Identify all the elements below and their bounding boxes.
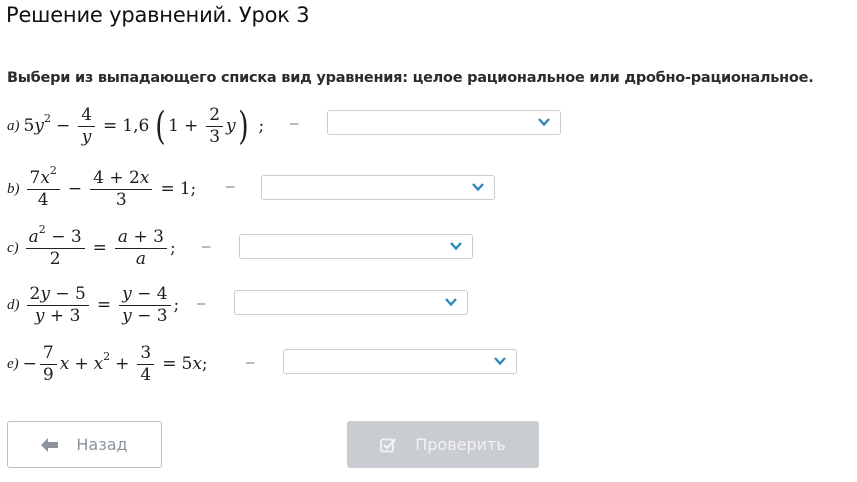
check-button-label: Проверить: [415, 435, 506, 454]
equation-d: d) 2y − 5y + 3 = y − 4y − 3 ;: [7, 283, 180, 326]
equation-c: c) a2 − 32 = a + 3a ;: [7, 222, 176, 269]
equation-e: e) − 79 x + x2 + 34 = 5x;: [7, 342, 208, 385]
chevron-down-icon: [538, 118, 550, 127]
equation-a-type-dropdown[interactable]: [327, 110, 561, 135]
equation-b-type-dropdown[interactable]: [261, 175, 495, 200]
equation-a: a) 5y2− 4y = 1,6 ( 1 + 23y ) ;: [7, 104, 265, 148]
check-button[interactable]: Проверить: [347, 421, 539, 468]
separator-dash: –: [290, 115, 299, 132]
chevron-down-icon: [445, 298, 457, 307]
separator-dash: –: [202, 238, 211, 255]
back-button[interactable]: Назад: [7, 421, 162, 468]
equation-b: b) 7x2 4 − 4 + 2x 3 = 1;: [7, 163, 197, 210]
equation-label: b): [7, 180, 20, 197]
chevron-down-icon: [494, 357, 506, 366]
back-button-label: Назад: [76, 435, 128, 454]
chevron-down-icon: [472, 183, 484, 192]
separator-dash: –: [246, 354, 255, 371]
chevron-down-icon: [450, 242, 462, 251]
checkbox-icon: [380, 437, 397, 452]
separator-dash: –: [197, 295, 206, 312]
equation-c-type-dropdown[interactable]: [239, 234, 473, 259]
equation-label: a): [7, 117, 20, 134]
instruction-text: Выбери из выпадающего списка вид уравнен…: [7, 70, 814, 86]
equation-label: d): [7, 296, 20, 313]
page-title: Решение уравнений. Урок 3: [6, 3, 310, 27]
separator-dash: –: [226, 178, 235, 195]
equation-label: e): [7, 355, 19, 372]
equation-d-type-dropdown[interactable]: [234, 290, 468, 315]
arrow-left-icon: [41, 437, 59, 452]
equation-e-type-dropdown[interactable]: [283, 349, 517, 374]
equation-label: c): [7, 239, 19, 256]
